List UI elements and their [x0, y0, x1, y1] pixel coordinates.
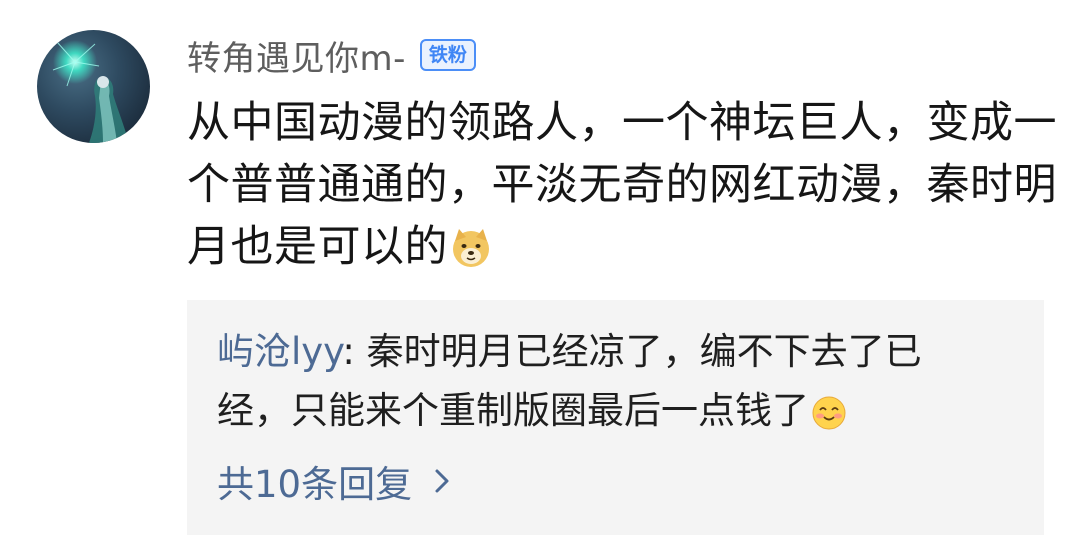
fan-badge: 铁粉 — [419, 39, 476, 71]
comment-text: 从中国动漫的领路人，一个神坛巨人，变成一个普普通通的，平淡无奇的网红动漫，秦时明… — [187, 92, 1057, 286]
user-row: 转角遇见你m- 铁粉 — [187, 30, 476, 80]
comment-text-content: 从中国动漫的领路人，一个神坛巨人，变成一个普普通通的，平淡无奇的网红动漫，秦时明… — [187, 98, 1057, 272]
reply-preview[interactable]: 屿沧lyy: 秦时明月已经凉了，编不下去了已经，只能来个重制版圈最后一点钱了 共… — [187, 300, 1044, 535]
reply-separator: : — [342, 330, 367, 373]
chevron-right-icon — [434, 460, 450, 503]
view-all-replies-button[interactable]: 共10条回复 — [217, 454, 450, 508]
reply-item: 屿沧lyy: 秦时明月已经凉了，编不下去了已经，只能来个重制版圈最后一点钱了 — [217, 322, 977, 448]
comment-card: 转角遇见你m- 铁粉 从中国动漫的领路人，一个神坛巨人，变成一个普普通通的，平淡… — [0, 0, 1080, 552]
reply-author[interactable]: 屿沧lyy — [217, 330, 342, 373]
avatar[interactable] — [37, 30, 150, 143]
username[interactable]: 转角遇见你m- — [187, 31, 406, 80]
view-all-replies-label: 共10条回复 — [217, 463, 413, 506]
doge-emoji-icon — [450, 224, 492, 286]
blush-smile-emoji-icon — [811, 389, 847, 448]
